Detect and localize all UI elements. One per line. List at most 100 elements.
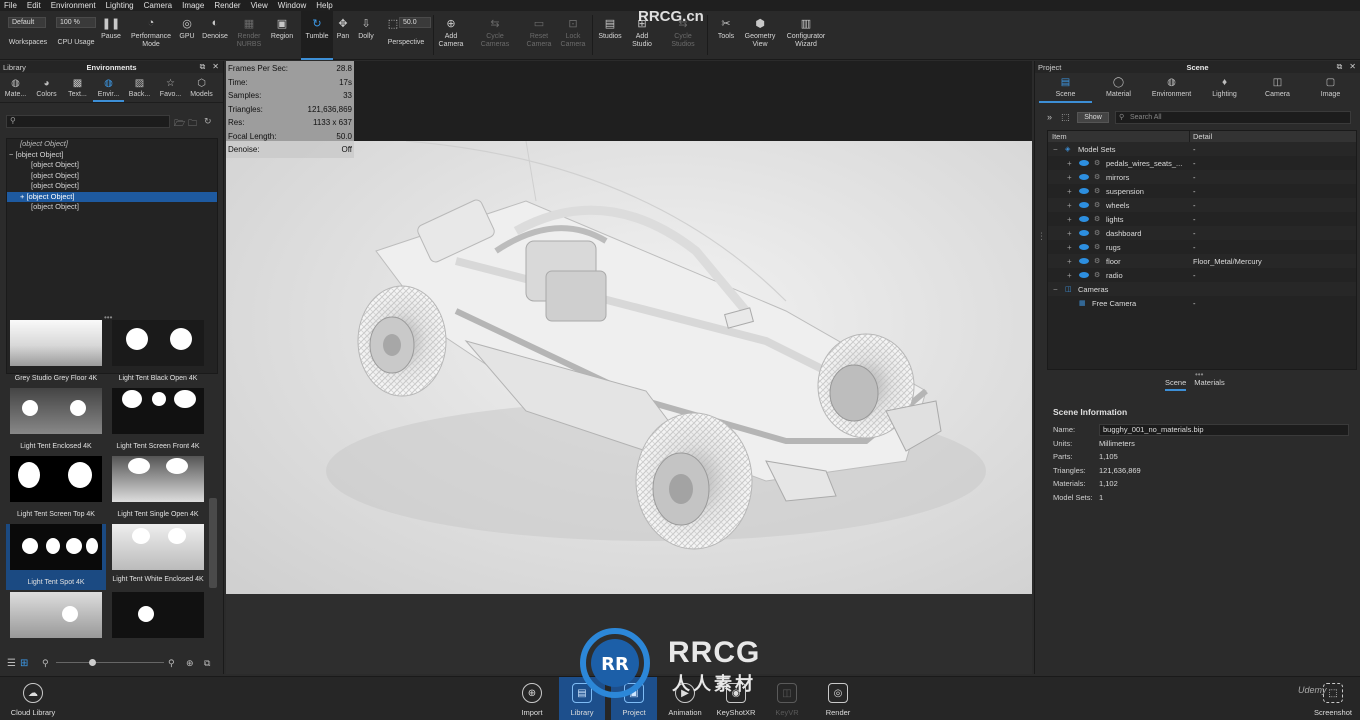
library-tab-3[interactable]: ◍ Envir...: [93, 73, 124, 102]
menu-camera[interactable]: Camera: [144, 1, 172, 10]
zoom-out-icon[interactable]: ⚲: [42, 658, 49, 669]
expand-icon[interactable]: +: [1067, 229, 1072, 238]
tree-item[interactable]: [object Object]: [7, 139, 217, 150]
tree-item[interactable]: [object Object]: [7, 202, 217, 213]
library-thumbnail[interactable]: Light Tent Single Open 4K: [108, 456, 208, 522]
region-button[interactable]: ▣ Region: [267, 11, 297, 60]
project-tab-lighting[interactable]: ♦ Lighting: [1198, 73, 1251, 103]
tumble-button[interactable]: ↻ Tumble: [301, 11, 333, 60]
screenshot-button[interactable]: ⬚ Screenshot: [1310, 677, 1356, 720]
library-thumbnail[interactable]: Light Tent Screen Front 4K: [108, 388, 208, 454]
library-tab-0[interactable]: ◍ Mate...: [0, 73, 31, 102]
library-thumbnail[interactable]: Light Tent Spot 4K: [6, 524, 106, 590]
list-view-icon[interactable]: ☰: [7, 658, 16, 669]
tools-button[interactable]: ✂ Tools: [711, 11, 741, 60]
collapse-icon[interactable]: »: [1047, 112, 1052, 122]
scene-row[interactable]: + ⚙ radio -: [1048, 268, 1356, 282]
model-sets-row[interactable]: − ◈ Model Sets -: [1048, 142, 1356, 156]
library-tab-6[interactable]: ⬡ Models: [186, 73, 217, 102]
tree-item[interactable]: [object Object]: [7, 160, 217, 171]
cycle-cameras-button[interactable]: ⇆ Cycle Cameras: [476, 11, 514, 60]
scene-name-field[interactable]: bugghy_001_no_materials.bip: [1099, 423, 1349, 436]
geometry-view-button[interactable]: ⬢ Geometry View: [742, 11, 778, 60]
visibility-eye-icon[interactable]: [1079, 258, 1089, 264]
project-tab-scene[interactable]: ▤ Scene: [1039, 73, 1092, 103]
cpu-usage-button[interactable]: CPU Usage: [54, 11, 98, 60]
scene-row[interactable]: + ⚙ lights -: [1048, 212, 1356, 226]
workspaces-button[interactable]: Workspaces: [4, 11, 52, 60]
undock-icon[interactable]: ⧉: [200, 62, 206, 72]
library-search-input[interactable]: ⚲: [6, 115, 170, 128]
library-thumbnail[interactable]: Grey Studio Grey Floor 4K: [6, 320, 106, 386]
download-icon[interactable]: ⊕: [186, 658, 194, 669]
studios-button[interactable]: ▤ Studios: [594, 11, 626, 60]
render-button[interactable]: ◎ Render: [815, 677, 861, 720]
scene-row[interactable]: + ⚙ pedals_wires_seats_... -: [1048, 156, 1356, 170]
visibility-eye-icon[interactable]: [1079, 244, 1089, 250]
folder-add-icon[interactable]: ⧉: [204, 658, 210, 669]
denoise-button[interactable]: ◐ Denoise: [200, 11, 230, 60]
visibility-eye-icon[interactable]: [1079, 188, 1089, 194]
scene-row[interactable]: + ⚙ mirrors -: [1048, 170, 1356, 184]
subtab-materials[interactable]: Materials: [1194, 378, 1224, 391]
menu-environment[interactable]: Environment: [51, 1, 96, 10]
pan-button[interactable]: ✥ Pan: [334, 11, 352, 60]
expand-icon[interactable]: +: [1067, 173, 1072, 182]
menu-lighting[interactable]: Lighting: [106, 1, 134, 10]
project-tab-material[interactable]: ◯ Material: [1092, 73, 1145, 103]
menu-edit[interactable]: Edit: [27, 1, 41, 10]
perspective-button[interactable]: ⬚ Perspective: [382, 11, 430, 60]
scene-row[interactable]: + ⚙ rugs -: [1048, 240, 1356, 254]
expand-icon[interactable]: +: [1067, 257, 1072, 266]
close-icon[interactable]: ✕: [1349, 62, 1356, 72]
library-tab-1[interactable]: ◕ Colors: [31, 73, 62, 102]
library-tab-5[interactable]: ☆ Favo...: [155, 73, 186, 102]
lock-camera-button[interactable]: ⊡ Lock Camera: [557, 11, 589, 60]
collapse-icon[interactable]: −: [1053, 285, 1058, 294]
visibility-eye-icon[interactable]: [1079, 174, 1089, 180]
side-splitter-handle[interactable]: ⋮: [1037, 231, 1046, 242]
add-camera-button[interactable]: ⊕ Add Camera: [435, 11, 467, 60]
scene-search-input[interactable]: ⚲ Search All: [1115, 111, 1351, 124]
folder-sync-icon[interactable]: 🗀: [188, 116, 197, 132]
reset-camera-button[interactable]: ▭ Reset Camera: [522, 11, 556, 60]
expand-icon[interactable]: +: [1067, 187, 1072, 196]
render-image[interactable]: [226, 140, 1032, 594]
import-button[interactable]: ⊕ Import: [509, 677, 555, 720]
grid-view-icon[interactable]: ⊞: [20, 658, 28, 669]
library-thumbnail[interactable]: Light Tent Enclosed 4K: [6, 388, 106, 454]
expand-icon[interactable]: +: [1067, 201, 1072, 210]
cameras-row[interactable]: − ◫ Cameras: [1048, 282, 1356, 296]
library-thumbnail[interactable]: Light Tent Black Open 4K: [108, 320, 208, 386]
library-thumbnail[interactable]: [6, 592, 106, 640]
configurator-wizard-button[interactable]: ▥ Configurator Wizard: [781, 11, 831, 60]
move-tool-icon[interactable]: ⬚: [1061, 112, 1070, 123]
camera-row[interactable]: ▦ Free Camera -: [1048, 296, 1356, 310]
pause-button[interactable]: ❚❚ Pause: [99, 11, 123, 60]
library-tab-4[interactable]: ▨ Back...: [124, 73, 155, 102]
menu-render[interactable]: Render: [214, 1, 240, 10]
render-nurbs-button[interactable]: ▦ Render NURBS: [233, 11, 265, 60]
collapse-icon[interactable]: −: [1053, 145, 1058, 154]
visibility-eye-icon[interactable]: [1079, 202, 1089, 208]
library-thumbnail[interactable]: Light Tent White Enclosed 4K: [108, 524, 208, 590]
tree-item[interactable]: − [object Object]: [7, 150, 217, 161]
scene-row[interactable]: + ⚙ wheels -: [1048, 198, 1356, 212]
thumbnail-scrollbar[interactable]: [209, 498, 217, 588]
folder-icon[interactable]: 🗁: [174, 116, 185, 132]
project-tab-camera[interactable]: ◫ Camera: [1251, 73, 1304, 103]
scene-row[interactable]: + ⚙ suspension -: [1048, 184, 1356, 198]
scene-row[interactable]: + ⚙ floor Floor_Metal/Mercury: [1048, 254, 1356, 268]
undock-icon[interactable]: ⧉: [1337, 62, 1343, 72]
dolly-button[interactable]: ⇩ Dolly: [354, 11, 378, 60]
menu-image[interactable]: Image: [182, 1, 204, 10]
visibility-eye-icon[interactable]: [1079, 160, 1089, 166]
menu-view[interactable]: View: [251, 1, 268, 10]
expand-icon[interactable]: +: [1067, 271, 1072, 280]
library-thumbnail[interactable]: [108, 592, 208, 640]
menu-file[interactable]: File: [4, 1, 17, 10]
gpu-button[interactable]: ◎ GPU: [177, 11, 197, 60]
menu-window[interactable]: Window: [278, 1, 306, 10]
visibility-eye-icon[interactable]: [1079, 230, 1089, 236]
slider-handle[interactable]: [89, 659, 96, 666]
